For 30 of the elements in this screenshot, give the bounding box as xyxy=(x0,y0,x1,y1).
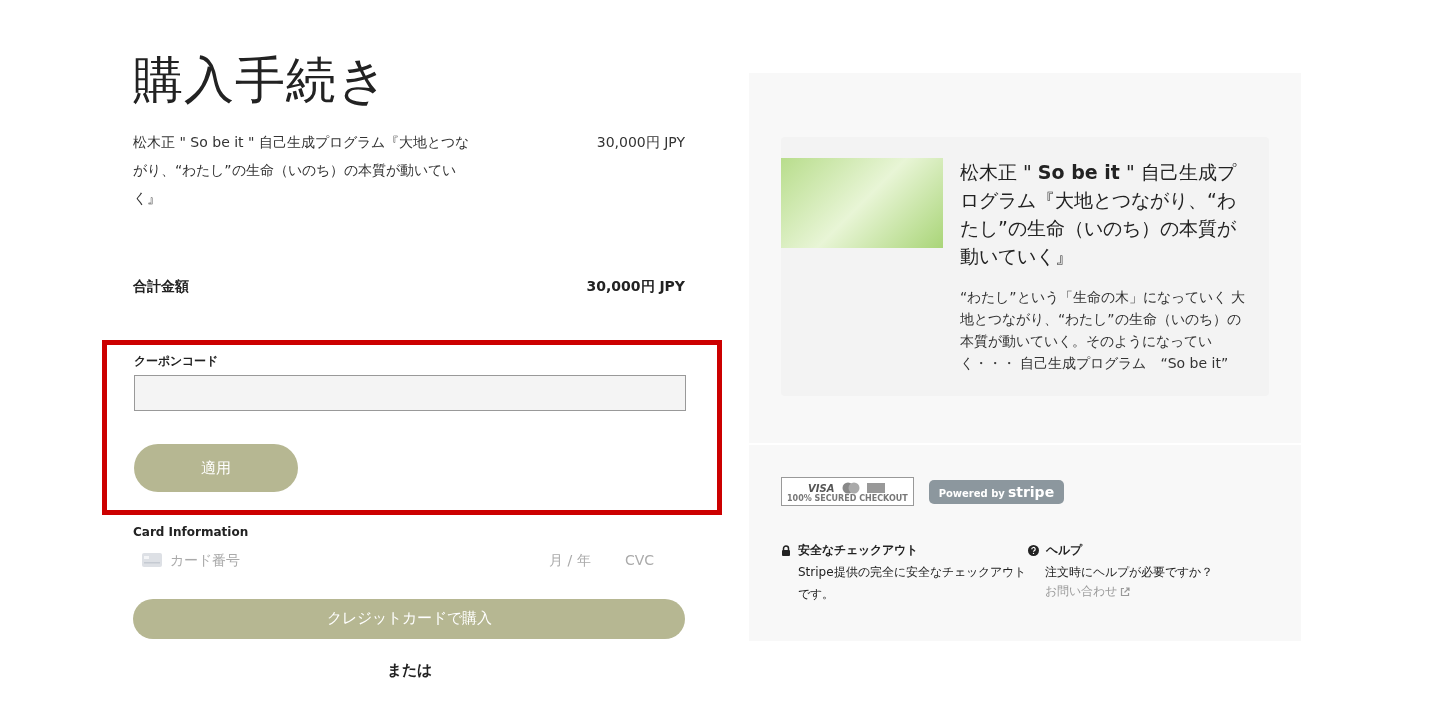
lock-icon xyxy=(781,545,791,556)
cvc-field[interactable]: CVC xyxy=(625,551,661,568)
info-title: 安全なチェックアウト xyxy=(798,542,918,559)
product-title: 松木正 " So be it " 自己生成プログラム『大地とつながり、“わたし”の生命（いのち）の本質が動いていく』 xyxy=(960,160,1238,269)
total-label: 合計金額 xyxy=(133,278,189,296)
card-number-field[interactable]: カード番号 xyxy=(170,551,541,568)
coupon-label: クーポンコード xyxy=(134,353,219,370)
badge-caption: 100% SECURED CHECKOUT xyxy=(787,494,908,503)
credit-card-icon xyxy=(142,552,162,567)
total-amount: 30,000円 JPY xyxy=(586,278,685,296)
apply-button[interactable]: 適用 xyxy=(134,444,298,492)
expiry-field[interactable]: 月 / 年 xyxy=(549,551,609,568)
item-price: 30,000円 JPY xyxy=(596,133,685,152)
contact-link[interactable]: お問い合わせ xyxy=(1045,583,1130,600)
info-title: ヘルプ xyxy=(1046,542,1082,559)
page-title: 購入手続き xyxy=(133,50,390,111)
product-description: “わたし”という「生命の木」になっていく 大地とつながり、“わたし”の生命（いのち）の本質が動いていく。そのようになっていく・・・ 自己生成プログラム “So be it” xyxy=(960,288,1246,373)
powered-by-text: Powered by xyxy=(938,487,1005,499)
external-link-icon xyxy=(1120,586,1130,597)
card-logos-icon xyxy=(840,482,887,494)
coupon-input-field[interactable] xyxy=(134,375,686,411)
pay-button[interactable]: クレジットカードで購入 xyxy=(133,598,685,639)
or-text: または xyxy=(385,661,433,680)
card-info-label: Card Information xyxy=(133,525,250,539)
stripe-text: stripe xyxy=(1007,483,1055,500)
visa-logo-text: VISA xyxy=(808,482,835,494)
item-name: 松木正 " So be it " 自己生成プログラム『大地とつながり、“わたし”の生命（いのち）の本質が動いていく』 xyxy=(133,133,470,208)
help-icon xyxy=(1028,545,1039,556)
info-text: Stripe提供の完全に安全なチェックアウトです。 xyxy=(798,564,1027,603)
info-text: 注文時にヘルプが必要ですか？ xyxy=(1045,564,1214,581)
